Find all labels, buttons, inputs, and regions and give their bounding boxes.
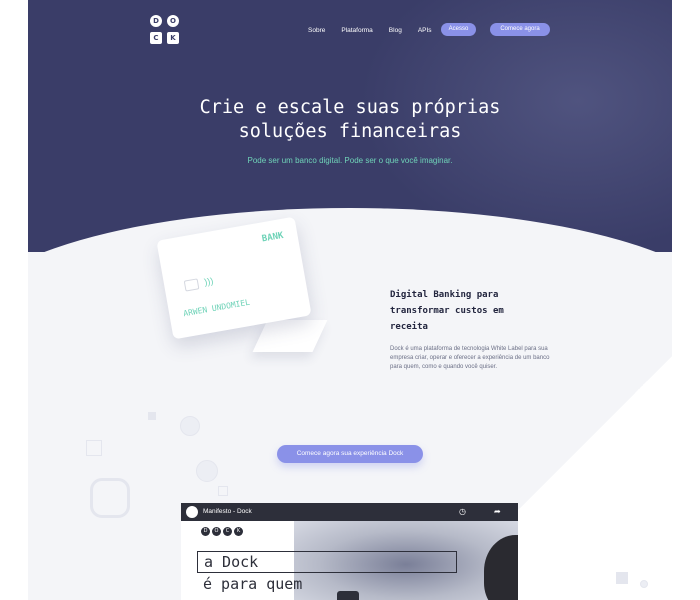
- page: D O C K Sobre Plataforma Blog APIs Acess…: [28, 0, 672, 600]
- decorative-square: [148, 412, 156, 420]
- video-logo-letter-c: C: [223, 527, 232, 536]
- logo-letter-o: O: [167, 15, 179, 27]
- decorative-circle: [180, 416, 200, 436]
- card-stand: [252, 320, 328, 352]
- video-logo-letter-d: D: [201, 527, 210, 536]
- video-caption-line-2: é para quem: [203, 575, 303, 593]
- video-logo-letter-k: K: [234, 527, 243, 536]
- card-chip-icon: [183, 278, 200, 292]
- acesso-button[interactable]: Acesso: [441, 23, 476, 36]
- decorative-circle: [196, 460, 218, 482]
- hero-subtitle: Pode ser um banco digital. Pode ser o qu…: [247, 156, 453, 165]
- video-player[interactable]: Manifesto - Dock ◷ ➦ D O C K a Dock é pa…: [181, 503, 518, 600]
- experience-cta-button[interactable]: Comece agora sua experiência Dock: [277, 445, 423, 463]
- video-title-bar: Manifesto - Dock ◷ ➦: [181, 503, 518, 521]
- decorative-circle: [640, 580, 648, 588]
- video-caption-line-1: a Dock: [197, 551, 457, 573]
- decorative-square: [218, 486, 228, 496]
- nav-link-plataforma[interactable]: Plataforma: [341, 27, 372, 34]
- video-dock-logo: D O C K: [201, 527, 245, 536]
- contactless-icon: ))): [203, 275, 215, 288]
- feature-title: Digital Banking para transformar custos …: [390, 290, 504, 332]
- nav-link-sobre[interactable]: Sobre: [308, 27, 325, 34]
- feature-description: Dock é uma plataforma de tecnologia Whit…: [390, 346, 550, 370]
- play-button-icon[interactable]: [337, 591, 359, 600]
- card-holder-name: ARWEN UNDOMIEL: [182, 297, 251, 319]
- watch-later-icon[interactable]: ◷: [459, 507, 466, 516]
- hero-title: Crie e escale suas próprias soluções fin…: [28, 96, 672, 144]
- logo-letter-k: K: [167, 32, 179, 44]
- hero-title-line-2: soluções financeiras: [238, 121, 462, 142]
- video-logo-letter-o: O: [212, 527, 221, 536]
- video-person: [484, 535, 518, 600]
- hero-title-line-1: Crie e escale suas próprias: [199, 97, 501, 118]
- channel-avatar-icon[interactable]: [186, 506, 198, 518]
- hero-section: D O C K Sobre Plataforma Blog APIs Acess…: [28, 0, 672, 252]
- logo-letter-d: D: [150, 15, 162, 27]
- nav-link-blog[interactable]: Blog: [389, 27, 402, 34]
- dock-logo[interactable]: D O C K: [150, 15, 180, 45]
- card-bank-label: BANK: [261, 230, 285, 245]
- bank-card-illustration: BANK ))) ARWEN UNDOMIEL: [156, 216, 328, 368]
- decorative-octagon: [90, 478, 130, 518]
- comece-agora-button[interactable]: Comece agora: [490, 23, 550, 36]
- logo-letter-c: C: [150, 32, 162, 44]
- decorative-square: [616, 572, 628, 584]
- video-title[interactable]: Manifesto - Dock: [203, 508, 252, 515]
- share-icon[interactable]: ➦: [494, 507, 501, 516]
- main-nav: Sobre Plataforma Blog APIs: [308, 24, 448, 36]
- nav-link-apis[interactable]: APIs: [418, 27, 432, 34]
- decorative-square: [86, 440, 102, 456]
